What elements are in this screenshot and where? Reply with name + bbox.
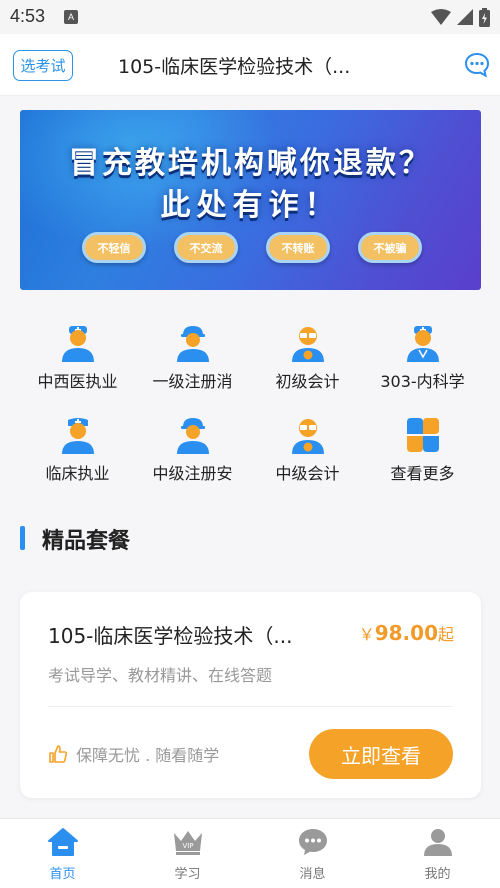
banner-pills: 不轻信 不交流 不转账 不被骗 [82,232,422,263]
nav-profile[interactable]: 我的 [375,819,500,888]
price-value: 98.00 [374,621,438,645]
vip-crown-icon: VIP [173,831,202,855]
category-item[interactable]: 查看更多 [365,410,480,484]
category-item[interactable]: 中级会计 [250,410,365,484]
select-exam-button[interactable]: 选考试 [13,50,73,81]
category-label: 中西医执业 [37,372,118,391]
nav-label: 首页 [49,867,76,882]
svg-text:VIP: VIP [182,842,193,850]
section-title: 精品套餐 [42,529,131,554]
accountant-icon [292,327,324,362]
accountant-icon [292,419,324,454]
thumbs-up-icon [49,745,68,763]
doctor-icon [62,326,94,362]
banner-headline: 冒充教培机构喊你退款？ [69,146,432,181]
doctor-icon [407,326,439,362]
package-price: ￥98.00起 [359,621,454,645]
section-accent-bar [20,526,25,550]
battery-icon [479,7,490,27]
message-icon [298,829,327,855]
category-grid: 中西医执业 一级注册消 初级会计 303-内科学 临床执业 中级注册安 中级会计… [20,318,480,484]
category-item[interactable]: 中西医执业 [20,318,135,392]
divider [48,706,453,707]
price-suffix: 起 [437,625,454,644]
cellular-signal-icon [457,9,473,25]
nav-label: 消息 [299,867,326,882]
wifi-icon [431,9,451,25]
chat-bubble-icon[interactable] [464,52,490,78]
category-item[interactable]: 一级注册消 [135,318,250,392]
package-description: 考试导学、教材精讲、在线答题 [48,666,273,685]
status-time: 4:53 [10,6,46,26]
promo-banner[interactable]: 冒充教培机构喊你退款？ 此处有诈！ 不轻信 不交流 不转账 不被骗 [20,110,481,290]
view-now-button[interactable]: 立即查看 [309,729,453,779]
bottom-nav: 首页 VIP 学习 消息 我的 [0,818,500,888]
home-icon [47,828,78,856]
category-item[interactable]: 中级注册安 [135,410,250,484]
notification-icon: A [64,10,78,24]
status-bar: 4:53 A [0,0,500,34]
category-label: 303-内科学 [380,372,465,391]
category-label: 一级注册消 [152,372,233,391]
category-label: 临床执业 [45,464,110,483]
guarantee: 保障无忧 . 随看随学 [48,742,219,766]
category-label: 中级注册安 [152,464,233,483]
banner-pill: 不转账 [266,232,330,263]
package-title: 105-临床医学检验技术（... [48,624,293,648]
price-currency: ￥ [358,625,375,644]
firefighter-icon [177,326,209,362]
category-label: 查看更多 [390,464,455,483]
nurse-icon [62,418,94,454]
banner-pill: 不交流 [174,232,238,263]
app-header: 选考试 105-临床医学检验技术（... [0,34,500,96]
nav-home[interactable]: 首页 [0,819,125,888]
category-label: 中级会计 [275,464,340,483]
status-icons [431,7,490,27]
nav-label: 我的 [424,867,451,882]
banner-pill: 不被骗 [358,232,422,263]
engineer-icon [177,418,209,454]
category-label: 初级会计 [275,372,340,391]
category-item[interactable]: 303-内科学 [365,318,480,392]
category-item[interactable]: 临床执业 [20,410,135,484]
category-item[interactable]: 初级会计 [250,318,365,392]
user-icon [423,829,452,856]
guarantee-text: 保障无忧 . 随看随学 [76,746,220,765]
nav-messages[interactable]: 消息 [250,819,375,888]
nav-study[interactable]: VIP 学习 [125,819,250,888]
nav-label: 学习 [174,867,201,882]
banner-pill: 不轻信 [82,232,146,263]
package-card[interactable]: 105-临床医学检验技术（... ￥98.00起 考试导学、教材精讲、在线答题 … [20,592,481,798]
more-grid-icon [407,418,439,452]
banner-subheadline: 此处有诈！ [160,188,341,223]
page-title: 105-临床医学检验技术（... [118,56,351,78]
